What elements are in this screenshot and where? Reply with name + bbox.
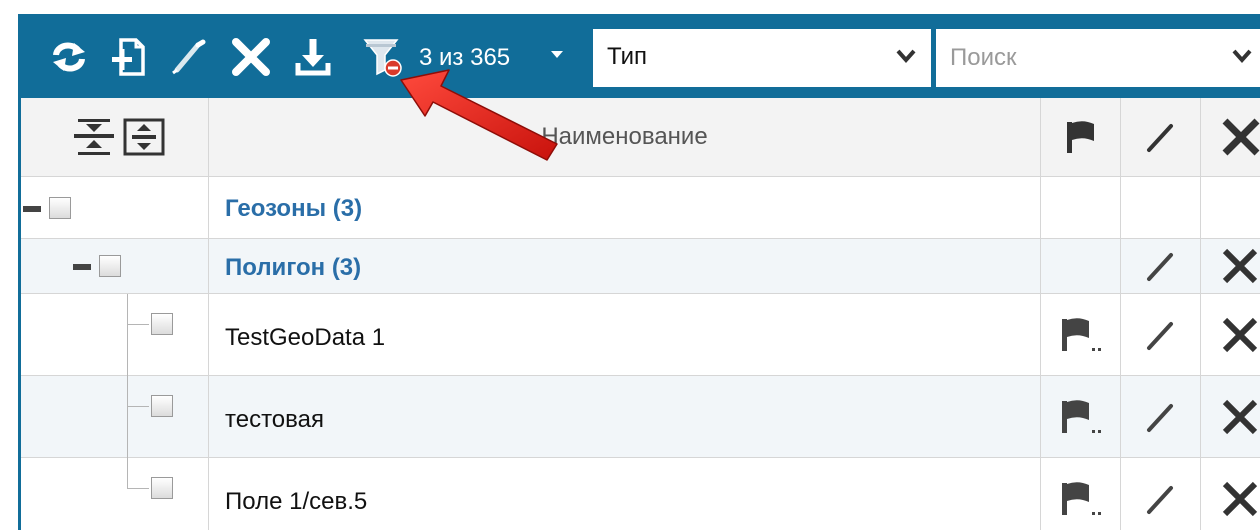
counter-dropdown-icon[interactable] [551,51,563,58]
tree-line [127,406,149,407]
type-select[interactable]: Тип [593,29,931,87]
delete-column-header [1201,98,1260,176]
tree-control-cell [21,177,209,238]
tree-line [127,458,128,488]
name-cell: тестовая [209,376,1041,457]
delete-cell [1201,294,1260,375]
name-cell: Геозоны (3) [209,177,1041,238]
flag-cell [1041,239,1121,293]
close-icon[interactable] [1221,316,1259,354]
flag-cell [1041,177,1121,238]
tree-row[interactable]: тестовая [21,376,1260,458]
edit-icon [1146,124,1173,152]
grid-panel: 3 из 365 Тип Поиск Наименование Геозоны … [18,14,1260,530]
edit-icon[interactable] [167,35,211,79]
annotation-arrow [400,69,558,161]
name-cell: Поле 1/сев.5 [209,458,1041,530]
expand-collapse-column [21,98,209,176]
flag-cell [1041,376,1121,457]
edit-icon[interactable] [1145,250,1177,282]
edit-icon[interactable] [1145,401,1177,433]
tree-control-cell [21,294,209,376]
flag-icon[interactable] [1059,479,1103,519]
collapse-icon[interactable] [23,206,41,212]
flag-column-header [1041,98,1121,176]
flag-icon [1066,121,1094,153]
refresh-icon[interactable] [47,35,91,79]
group-label[interactable]: Геозоны (3) [225,195,362,223]
chevron-down-icon [896,49,916,64]
collapse-all-icon[interactable] [72,117,116,157]
grid-header: Наименование [21,98,1260,177]
close-icon[interactable] [1221,480,1259,518]
row-checkbox[interactable] [49,197,71,219]
tree-line [127,294,128,376]
group-label[interactable]: Полигон (3) [225,254,361,282]
row-checkbox[interactable] [151,395,173,417]
close-icon[interactable] [1221,247,1259,285]
edit-cell [1121,294,1201,375]
edit-cell [1121,458,1201,530]
tree-line [127,324,149,325]
delete-cell [1201,177,1260,238]
tree-control-cell [21,239,209,293]
download-icon[interactable] [291,35,335,79]
flag-cell [1041,294,1121,375]
toolbar: 3 из 365 Тип [21,17,1260,98]
flag-cell [1041,458,1121,530]
search-field[interactable] [936,29,1260,87]
item-label[interactable]: тестовая [225,406,324,434]
chevron-down-icon[interactable] [1231,47,1253,65]
tree-row-group[interactable]: Полигон (3) [21,239,1260,294]
edit-icon[interactable] [1145,319,1177,351]
item-label[interactable]: Поле 1/сев.5 [225,488,367,516]
collapse-icon[interactable] [73,264,91,270]
name-cell: TestGeoData 1 [209,294,1041,375]
flag-icon[interactable] [1059,315,1103,355]
search-input[interactable] [936,29,1250,87]
edit-column-header [1121,98,1201,176]
tree-control-cell [21,376,209,458]
edit-icon[interactable] [1145,483,1177,515]
tree-row[interactable]: Поле 1/сев.5 [21,458,1260,530]
name-column-label: Наименование [541,123,708,150]
tree-control-cell [21,458,209,530]
delete-icon[interactable] [229,35,273,79]
name-column-header[interactable]: Наименование [209,98,1041,176]
edit-cell [1121,239,1201,293]
expand-all-icon[interactable] [122,117,166,157]
edit-cell [1121,177,1201,238]
row-checkbox[interactable] [151,477,173,499]
edit-cell [1121,376,1201,457]
tree-row-group[interactable]: Геозоны (3) [21,177,1260,239]
tree-line [127,488,149,489]
close-icon [1222,118,1260,156]
item-label[interactable]: TestGeoData 1 [225,324,385,352]
type-select-value: Тип [607,43,648,70]
name-cell: Полигон (3) [209,239,1041,293]
flag-icon[interactable] [1059,397,1103,437]
close-icon[interactable] [1221,398,1259,436]
delete-cell [1201,239,1260,293]
row-checkbox[interactable] [151,313,173,335]
tree-line [127,376,128,458]
row-checkbox[interactable] [99,255,121,277]
delete-cell [1201,376,1260,457]
tree-row[interactable]: TestGeoData 1 [21,294,1260,376]
add-document-icon[interactable] [107,35,151,79]
delete-cell [1201,458,1260,530]
